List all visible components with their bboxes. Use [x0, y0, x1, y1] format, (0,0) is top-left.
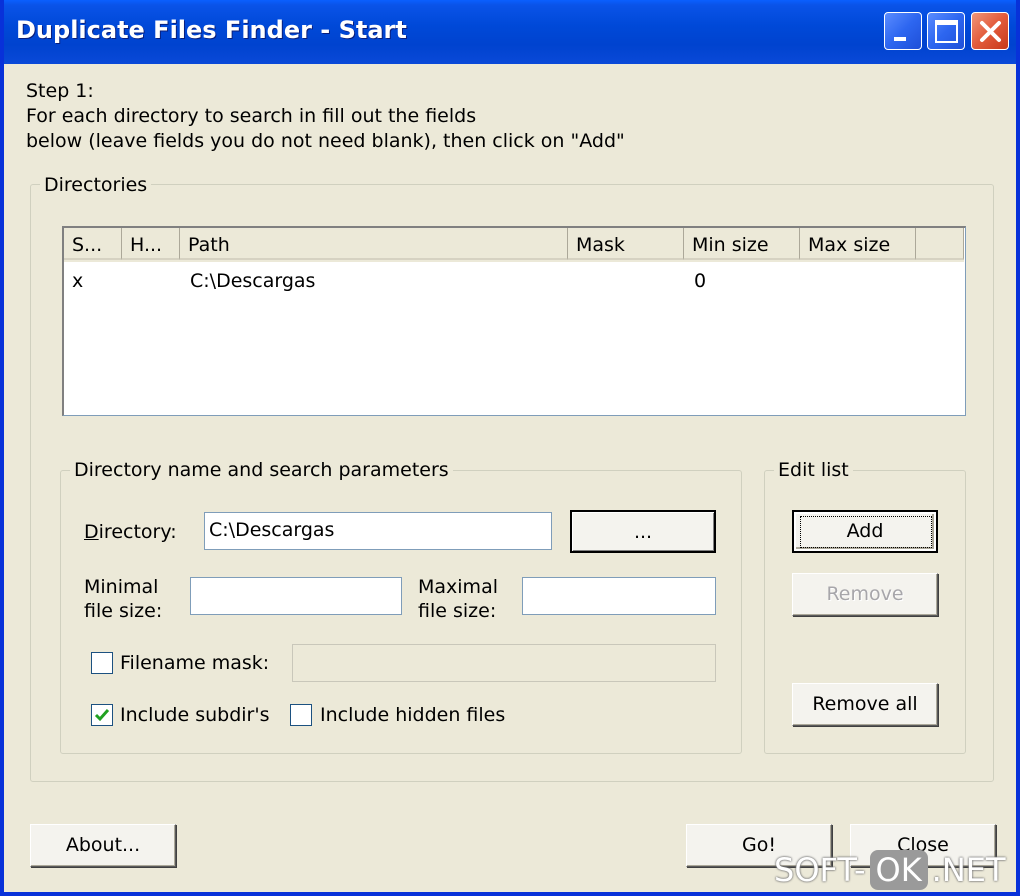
title-bar[interactable]: Duplicate Files Finder - Start — [4, 0, 1016, 64]
minimal-size-input[interactable] — [190, 577, 402, 615]
filename-mask-checkbox[interactable] — [91, 652, 113, 674]
instruction-line-1: For each directory to search in fill out… — [26, 105, 477, 127]
watermark: SOFT- OK .NET — [774, 848, 1006, 892]
table-row[interactable]: x C:\Descargas 0 — [64, 262, 964, 296]
maximal-size-label-line-2: file size: — [418, 600, 497, 622]
maximal-size-input[interactable] — [522, 577, 716, 615]
watermark-part-1: SOFT- — [774, 851, 866, 889]
go-button-label: Go! — [742, 834, 776, 856]
remove-button[interactable]: Remove — [792, 573, 938, 616]
column-header-min-size[interactable]: Min size — [684, 228, 800, 260]
include-subdirs-label: Include subdir's — [120, 704, 270, 726]
window-title: Duplicate Files Finder - Start — [16, 16, 407, 44]
focus-rectangle — [800, 516, 932, 548]
directory-label-rest: irectory: — [98, 521, 177, 543]
directories-legend: Directories — [40, 174, 152, 196]
watermark-part-3: .NET — [931, 851, 1006, 889]
include-subdirs-checkbox[interactable] — [91, 704, 113, 726]
filename-mask-input[interactable] — [292, 644, 716, 682]
list-header: S... H... Path Mask Min size Max size — [64, 228, 964, 262]
column-header-mask[interactable]: Mask — [568, 228, 684, 260]
filename-mask-label: Filename mask: — [120, 652, 270, 674]
remove-all-button-label: Remove all — [812, 693, 918, 715]
column-header-max-size[interactable]: Max size — [800, 228, 916, 260]
minimize-button[interactable] — [884, 12, 922, 50]
instruction-line-2: below (leave fields you do not need blan… — [26, 130, 625, 152]
directory-input[interactable]: C:\Descargas — [204, 512, 552, 550]
maximize-icon — [935, 20, 958, 43]
cell-path: C:\Descargas — [190, 270, 316, 292]
cell-min-size: 0 — [694, 270, 707, 292]
column-header-s[interactable]: S... — [64, 228, 122, 260]
directories-list[interactable]: S... H... Path Mask Min size Max size x … — [62, 226, 966, 416]
minimal-size-label-line-2: file size: — [84, 600, 163, 622]
close-window-button[interactable] — [971, 12, 1009, 50]
search-parameters-legend: Directory name and search parameters — [70, 459, 453, 481]
watermark-part-2: OK — [869, 850, 928, 890]
step-label: Step 1: — [26, 80, 94, 102]
column-header-path[interactable]: Path — [180, 228, 568, 260]
browse-button-label: ... — [633, 521, 653, 543]
about-button-label: About... — [65, 834, 141, 856]
remove-button-label: Remove — [826, 583, 904, 605]
minimal-size-label-line-1: Minimal — [84, 576, 159, 598]
checkmark-icon — [94, 709, 110, 722]
edit-list-legend: Edit list — [774, 459, 853, 481]
minimize-icon — [894, 37, 906, 41]
maximal-size-label-line-1: Maximal — [418, 576, 498, 598]
dialog-window: Duplicate Files Finder - Start Step 1: F… — [0, 0, 1020, 896]
maximize-button[interactable] — [927, 12, 965, 50]
cell-s: x — [72, 270, 84, 292]
include-hidden-checkbox[interactable] — [290, 704, 312, 726]
browse-button[interactable]: ... — [570, 510, 716, 553]
include-hidden-label: Include hidden files — [320, 704, 506, 726]
close-icon — [980, 21, 1001, 42]
column-header-filler — [916, 228, 964, 260]
directory-label: Directory: — [84, 521, 177, 543]
about-button[interactable]: About... — [30, 824, 176, 867]
column-header-h[interactable]: H... — [122, 228, 180, 260]
remove-all-button[interactable]: Remove all — [792, 683, 938, 726]
